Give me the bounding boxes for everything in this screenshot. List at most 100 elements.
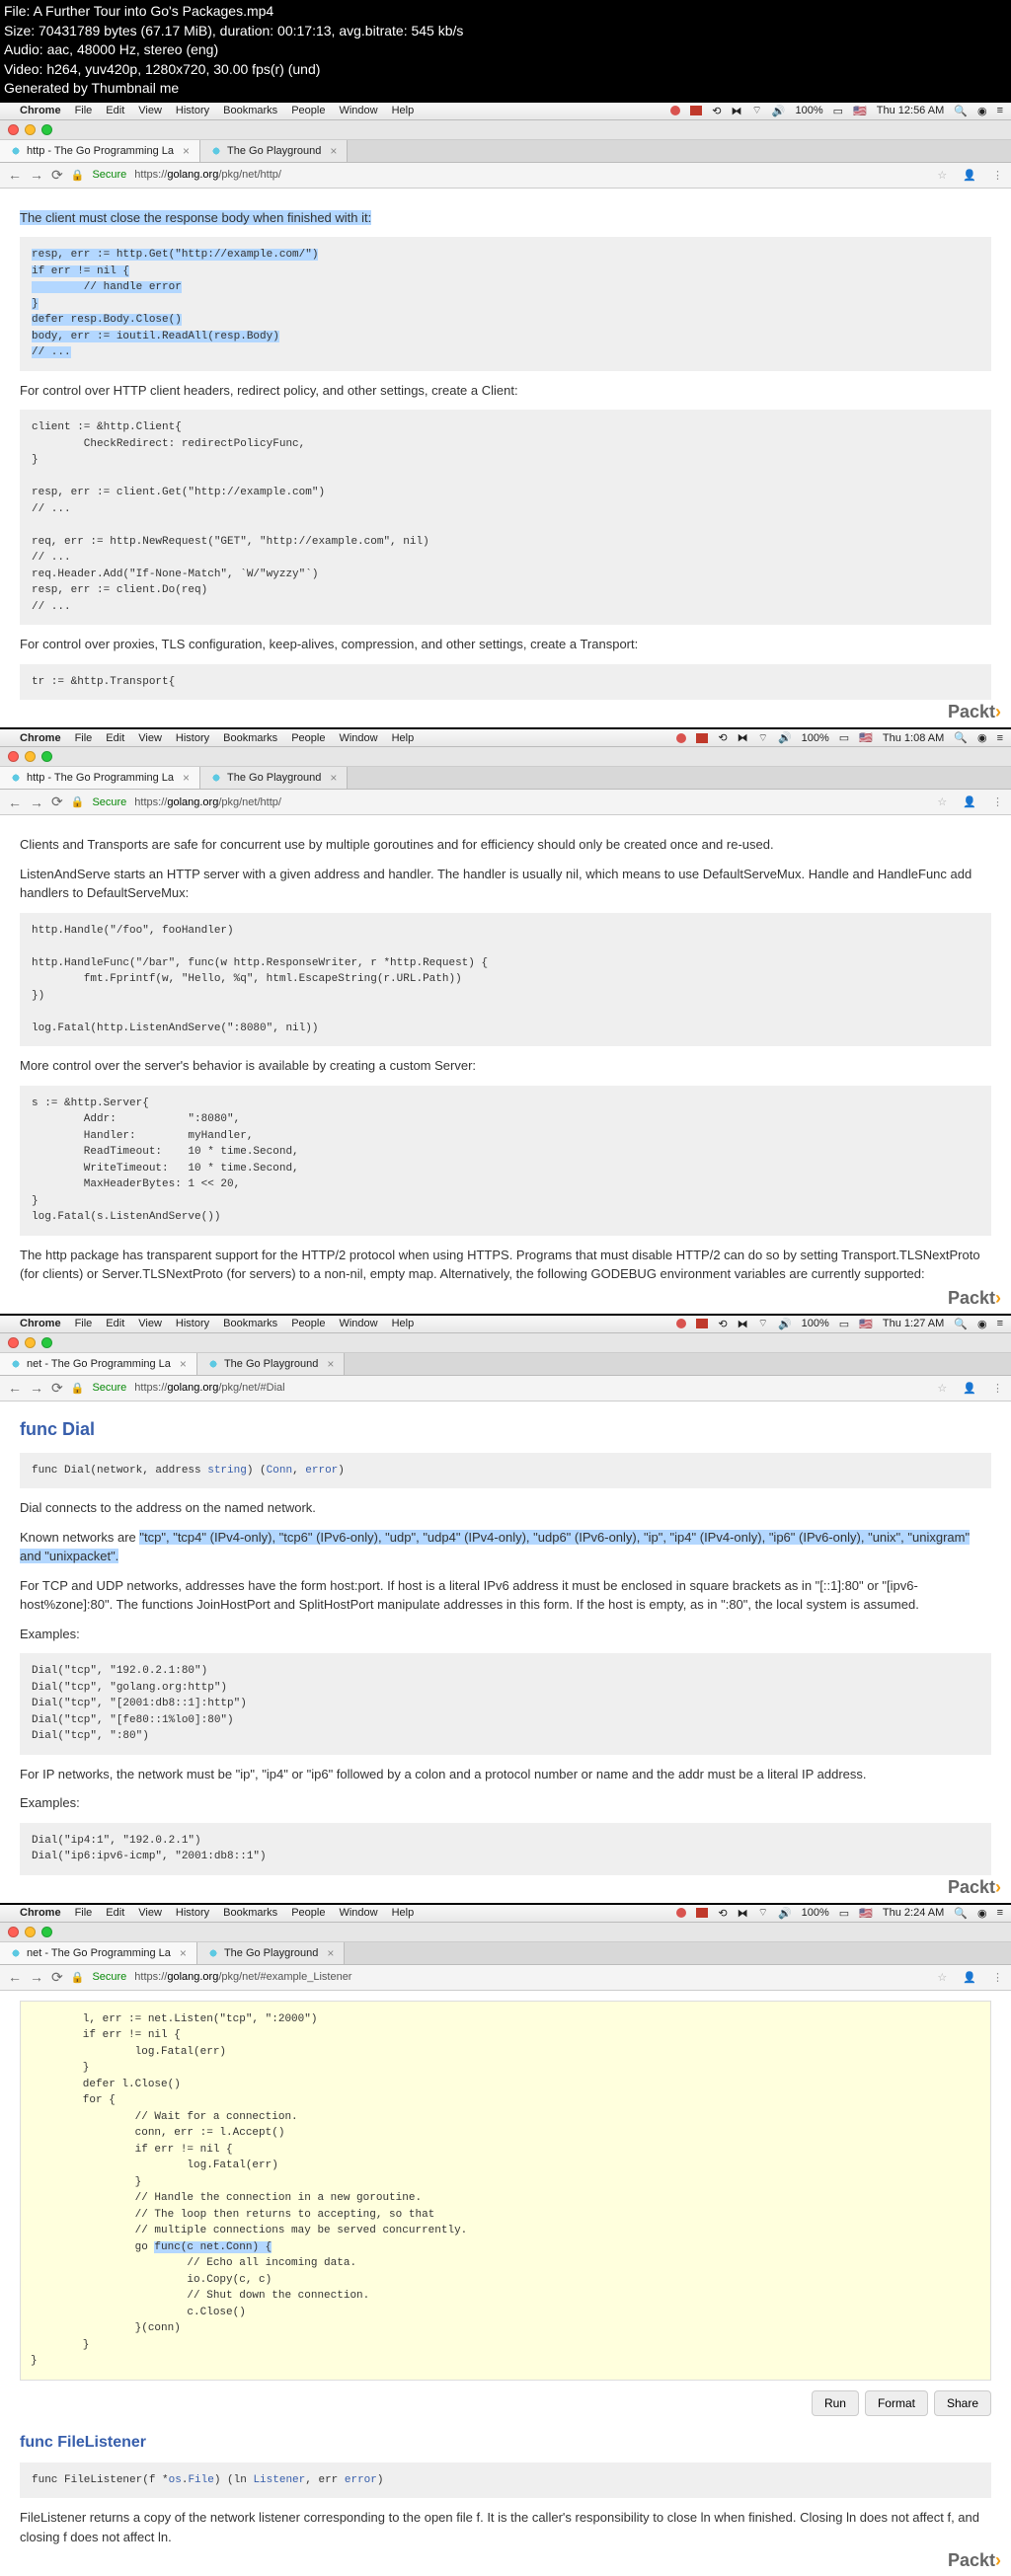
siri-icon[interactable]: ◉: [977, 731, 987, 744]
reload-button[interactable]: ⟳: [51, 794, 63, 810]
profile-icon[interactable]: 👤: [963, 796, 976, 808]
menu-help[interactable]: Help: [392, 105, 415, 116]
minimize-window[interactable]: [25, 124, 36, 135]
bookmark-star-icon[interactable]: ☆: [937, 796, 947, 808]
menu-chrome[interactable]: Chrome: [20, 105, 61, 116]
back-button[interactable]: ←: [8, 167, 22, 183]
tab-playground[interactable]: The Go Playground×: [197, 1353, 345, 1375]
close-icon[interactable]: ×: [327, 1357, 334, 1371]
menu-window[interactable]: Window: [339, 105, 377, 116]
forward-button[interactable]: →: [30, 795, 43, 810]
menu-dots-icon[interactable]: ⋮: [992, 1971, 1003, 1984]
url-field[interactable]: https://golang.org/pkg/net/http/: [134, 796, 929, 808]
close-icon[interactable]: ×: [180, 1946, 187, 1960]
menu-window[interactable]: Window: [339, 1907, 377, 1919]
spotlight-icon[interactable]: 🔍: [954, 731, 968, 744]
menu-view[interactable]: View: [138, 1318, 162, 1329]
menu-help[interactable]: Help: [392, 1318, 415, 1329]
tab-playground[interactable]: The Go Playground×: [200, 140, 348, 162]
menu-chrome[interactable]: Chrome: [20, 1907, 61, 1919]
format-button[interactable]: Format: [865, 2390, 928, 2416]
menu-view[interactable]: View: [138, 1907, 162, 1919]
menu-icon[interactable]: ≡: [997, 105, 1003, 116]
menu-history[interactable]: History: [176, 1318, 209, 1329]
spotlight-icon[interactable]: 🔍: [954, 105, 968, 117]
menu-view[interactable]: View: [138, 105, 162, 116]
menu-file[interactable]: File: [75, 105, 93, 116]
menu-history[interactable]: History: [176, 1907, 209, 1919]
siri-icon[interactable]: ◉: [977, 1318, 987, 1330]
reload-button[interactable]: ⟳: [51, 1969, 63, 1986]
menu-dots-icon[interactable]: ⋮: [992, 169, 1003, 182]
menu-icon[interactable]: ≡: [997, 732, 1003, 744]
tab-playground[interactable]: The Go Playground×: [200, 767, 348, 789]
close-icon[interactable]: ×: [183, 144, 190, 158]
bookmark-star-icon[interactable]: ☆: [937, 1382, 947, 1395]
menu-people[interactable]: People: [291, 1907, 325, 1919]
menu-history[interactable]: History: [176, 105, 209, 116]
menu-people[interactable]: People: [291, 1318, 325, 1329]
url-field[interactable]: https://golang.org/pkg/net/#example_List…: [134, 1971, 929, 1983]
menu-window[interactable]: Window: [339, 732, 377, 744]
close-window[interactable]: [8, 124, 19, 135]
menu-help[interactable]: Help: [392, 1907, 415, 1919]
minimize-window[interactable]: [25, 1927, 36, 1937]
tab-http-docs[interactable]: http - The Go Programming La×: [0, 140, 200, 162]
spotlight-icon[interactable]: 🔍: [954, 1907, 968, 1920]
share-button[interactable]: Share: [934, 2390, 991, 2416]
profile-icon[interactable]: 👤: [963, 1382, 976, 1395]
profile-icon[interactable]: 👤: [963, 169, 976, 182]
reload-button[interactable]: ⟳: [51, 167, 63, 184]
menu-file[interactable]: File: [75, 732, 93, 744]
forward-button[interactable]: →: [30, 1380, 43, 1396]
close-icon[interactable]: ×: [330, 771, 337, 785]
menu-bookmarks[interactable]: Bookmarks: [223, 732, 277, 744]
menu-people[interactable]: People: [291, 105, 325, 116]
url-field[interactable]: https://golang.org/pkg/net/#Dial: [134, 1382, 929, 1394]
maximize-window[interactable]: [41, 1337, 52, 1348]
minimize-window[interactable]: [25, 1337, 36, 1348]
tab-http-docs[interactable]: http - The Go Programming La×: [0, 767, 200, 789]
maximize-window[interactable]: [41, 1927, 52, 1937]
reload-button[interactable]: ⟳: [51, 1380, 63, 1397]
menu-edit[interactable]: Edit: [106, 1907, 124, 1919]
maximize-window[interactable]: [41, 124, 52, 135]
close-icon[interactable]: ×: [327, 1946, 334, 1960]
bookmark-star-icon[interactable]: ☆: [937, 169, 947, 182]
menu-edit[interactable]: Edit: [106, 732, 124, 744]
menu-view[interactable]: View: [138, 732, 162, 744]
listener-example-code[interactable]: l, err := net.Listen("tcp", ":2000") if …: [20, 2001, 991, 2381]
forward-button[interactable]: →: [30, 167, 43, 183]
back-button[interactable]: ←: [8, 1380, 22, 1396]
menu-icon[interactable]: ≡: [997, 1318, 1003, 1329]
menu-help[interactable]: Help: [392, 732, 415, 744]
menu-icon[interactable]: ≡: [997, 1907, 1003, 1919]
menu-bookmarks[interactable]: Bookmarks: [223, 1318, 277, 1329]
menu-dots-icon[interactable]: ⋮: [992, 796, 1003, 808]
menu-edit[interactable]: Edit: [106, 105, 124, 116]
menu-bookmarks[interactable]: Bookmarks: [223, 1907, 277, 1919]
menu-people[interactable]: People: [291, 732, 325, 744]
siri-icon[interactable]: ◉: [977, 105, 987, 117]
forward-button[interactable]: →: [30, 1969, 43, 1985]
spotlight-icon[interactable]: 🔍: [954, 1318, 968, 1330]
maximize-window[interactable]: [41, 751, 52, 762]
run-button[interactable]: Run: [812, 2390, 859, 2416]
menu-chrome[interactable]: Chrome: [20, 1318, 61, 1329]
tab-playground[interactable]: The Go Playground×: [197, 1942, 345, 1964]
url-field[interactable]: https://golang.org/pkg/net/http/: [134, 169, 929, 181]
menu-chrome[interactable]: Chrome: [20, 732, 61, 744]
menu-dots-icon[interactable]: ⋮: [992, 1382, 1003, 1395]
close-window[interactable]: [8, 751, 19, 762]
close-icon[interactable]: ×: [180, 1357, 187, 1371]
close-icon[interactable]: ×: [330, 144, 337, 158]
back-button[interactable]: ←: [8, 795, 22, 810]
tab-net-docs[interactable]: net - The Go Programming La×: [0, 1353, 197, 1375]
bookmark-star-icon[interactable]: ☆: [937, 1971, 947, 1984]
close-window[interactable]: [8, 1337, 19, 1348]
menu-edit[interactable]: Edit: [106, 1318, 124, 1329]
profile-icon[interactable]: 👤: [963, 1971, 976, 1984]
minimize-window[interactable]: [25, 751, 36, 762]
close-icon[interactable]: ×: [183, 771, 190, 785]
tab-net-docs[interactable]: net - The Go Programming La×: [0, 1942, 197, 1964]
